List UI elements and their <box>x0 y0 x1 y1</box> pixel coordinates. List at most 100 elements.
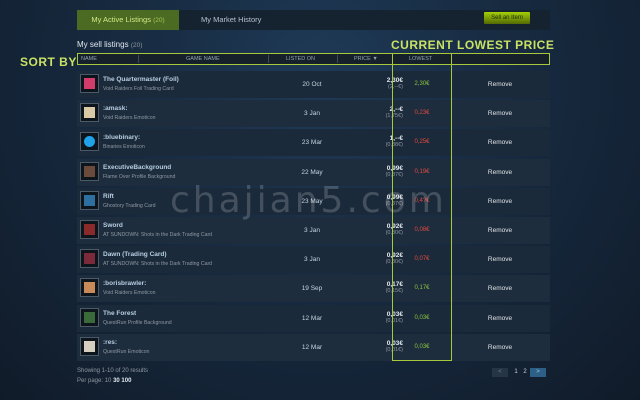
listing-row[interactable]: The Forest QuestRun Profile Background 12 … <box>77 305 550 332</box>
pagination-page-1[interactable]: 1 <box>512 368 520 377</box>
per-page-option-30[interactable]: 30 <box>113 378 120 384</box>
column-header-listed-on[interactable]: LISTED ON <box>286 54 315 64</box>
per-page-selector: Per page: 10 30 100 <box>77 378 131 384</box>
remove-listing-button[interactable]: Remove <box>475 139 525 146</box>
tab-market-history[interactable]: My Market History <box>201 10 261 30</box>
watermark: chajian5.com <box>170 180 447 221</box>
remove-listing-button[interactable]: Remove <box>475 285 525 292</box>
remove-listing-button[interactable]: Remove <box>475 344 525 351</box>
lowest-price-value: 0,23€ <box>414 110 430 116</box>
item-game-name: QuestRun Profile Background <box>103 320 172 326</box>
lowest-price-value: 0,19€ <box>414 169 430 175</box>
header-divider <box>337 55 338 63</box>
remove-listing-button[interactable]: Remove <box>475 227 525 234</box>
sort-by-annotation: SORT BY <box>20 55 77 69</box>
item-name-link[interactable]: The Quartermaster (Foil) <box>103 76 179 83</box>
lowest-price-value: 0,03€ <box>414 315 430 321</box>
listed-on-date: 3 Jan <box>304 227 320 234</box>
item-thumbnail-art <box>84 282 95 293</box>
tab-active-listings-count: (20) <box>153 17 165 24</box>
item-thumbnail-art <box>84 224 95 235</box>
item-game-name: Binaries Emoticon <box>103 144 145 150</box>
header-divider <box>268 55 269 63</box>
listed-on-date: 23 Mar <box>301 139 323 146</box>
lowest-price-value: 2,30€ <box>414 81 430 87</box>
item-thumbnail-art <box>84 166 95 177</box>
lowest-price-value: 0,03€ <box>414 344 430 350</box>
item-name-link[interactable]: ExecutiveBackground <box>103 164 171 171</box>
listing-row[interactable]: Dawn (Trading Card) AT SUNDOWN: Shots in … <box>77 246 550 273</box>
per-page-option-100[interactable]: 100 <box>121 378 131 384</box>
item-thumbnail[interactable] <box>80 220 99 239</box>
item-thumbnail[interactable] <box>80 337 99 356</box>
item-game-name: Flame Over Profile Background <box>103 174 176 180</box>
item-thumbnail-art <box>84 136 95 147</box>
pagination-next-button[interactable]: > <box>530 368 546 377</box>
lowest-price-annotation: CURRENT LOWEST PRICE <box>391 38 555 52</box>
item-thumbnail[interactable] <box>80 249 99 268</box>
item-thumbnail-art <box>84 312 95 323</box>
item-name-link[interactable]: :bluebinary: <box>103 134 140 141</box>
per-page-option-10[interactable]: 10 <box>105 378 112 384</box>
item-thumbnail[interactable] <box>80 162 99 181</box>
pagination-page-2[interactable]: 2 <box>521 368 529 377</box>
listed-on-date: 12 Mar <box>301 315 323 322</box>
item-thumbnail[interactable] <box>80 278 99 297</box>
lowest-price-value: 0,17€ <box>414 285 430 291</box>
listings-title-label: My sell listings <box>77 40 129 49</box>
listed-on-date: 22 May <box>301 169 323 176</box>
lowest-price-value: 0,25€ <box>414 139 430 145</box>
item-name-link[interactable]: :res: <box>103 339 117 346</box>
item-name-link[interactable]: The Forest <box>103 310 136 317</box>
per-page-label: Per page: <box>77 378 104 384</box>
tab-active-listings-label: My Active Listings <box>91 15 151 24</box>
tab-active-listings[interactable]: My Active Listings (20) <box>77 10 179 30</box>
remove-listing-button[interactable]: Remove <box>475 81 525 88</box>
remove-listing-button[interactable]: Remove <box>475 169 525 176</box>
results-summary: Showing 1-10 of 20 results <box>77 368 149 374</box>
lowest-price-value: 0,07€ <box>414 256 430 262</box>
remove-listing-button[interactable]: Remove <box>475 315 525 322</box>
item-thumbnail[interactable] <box>80 308 99 327</box>
listing-row[interactable]: :amask: Void Raiders Emoticon 3 Jan 2,--€ (1… <box>77 100 550 127</box>
lowest-price-value: 0,08€ <box>414 227 430 233</box>
listed-on-date: 3 Jan <box>304 256 320 263</box>
pagination-prev-button[interactable]: < <box>492 368 508 377</box>
item-thumbnail[interactable] <box>80 191 99 210</box>
remove-listing-button[interactable]: Remove <box>475 198 525 205</box>
item-thumbnail[interactable] <box>80 132 99 151</box>
listing-row[interactable]: Sword AT SUNDOWN: Shots in the Dark Tradi… <box>77 217 550 244</box>
item-thumbnail-art <box>84 107 95 118</box>
listed-on-date: 12 Mar <box>301 344 323 351</box>
remove-listing-button[interactable]: Remove <box>475 110 525 117</box>
sell-item-button[interactable]: Sell an Item <box>484 12 530 24</box>
remove-listing-button[interactable]: Remove <box>475 256 525 263</box>
listed-on-date: 3 Jan <box>304 110 320 117</box>
item-name-link[interactable]: :borisbrawler: <box>103 280 146 287</box>
tab-market-history-label: My Market History <box>201 15 262 24</box>
listings-title-count: (20) <box>130 42 143 49</box>
listing-row[interactable]: :bluebinary: Binaries Emoticon 23 Mar 1,--€… <box>77 129 550 156</box>
column-header-game-name[interactable]: GAME NAME <box>186 54 220 64</box>
item-name-link[interactable]: Rift <box>103 193 114 200</box>
column-header-name[interactable]: NAME <box>81 54 97 64</box>
table-header: NAME GAME NAME LISTED ON PRICE ▼ LOWEST <box>77 53 550 65</box>
item-thumbnail[interactable] <box>80 74 99 93</box>
header-divider <box>138 55 139 63</box>
column-header-lowest[interactable]: LOWEST <box>409 54 432 64</box>
listing-row[interactable]: :res: QuestRun Emoticon 12 Mar 0,03€ (0,01€)… <box>77 334 550 361</box>
item-name-link[interactable]: Dawn (Trading Card) <box>103 251 167 258</box>
item-thumbnail-art <box>84 341 95 352</box>
listed-on-date: 20 Oct <box>302 81 322 88</box>
listed-on-date: 19 Sep <box>301 285 323 292</box>
item-thumbnail-art <box>84 253 95 264</box>
item-game-name: Void Raiders Emoticon <box>103 290 156 296</box>
item-name-link[interactable]: :amask: <box>103 105 128 112</box>
listing-row[interactable]: The Quartermaster (Foil) Void Raiders Foi… <box>77 71 550 98</box>
item-game-name: AT SUNDOWN: Shots in the Dark Trading Ca… <box>103 261 213 267</box>
column-header-price[interactable]: PRICE ▼ <box>354 54 378 64</box>
listing-row[interactable]: :borisbrawler: Void Raiders Emoticon 19 Se… <box>77 275 550 302</box>
item-name-link[interactable]: Sword <box>103 222 123 229</box>
item-thumbnail[interactable] <box>80 103 99 122</box>
item-game-name: Void Raiders Foil Trading Card <box>103 86 174 92</box>
